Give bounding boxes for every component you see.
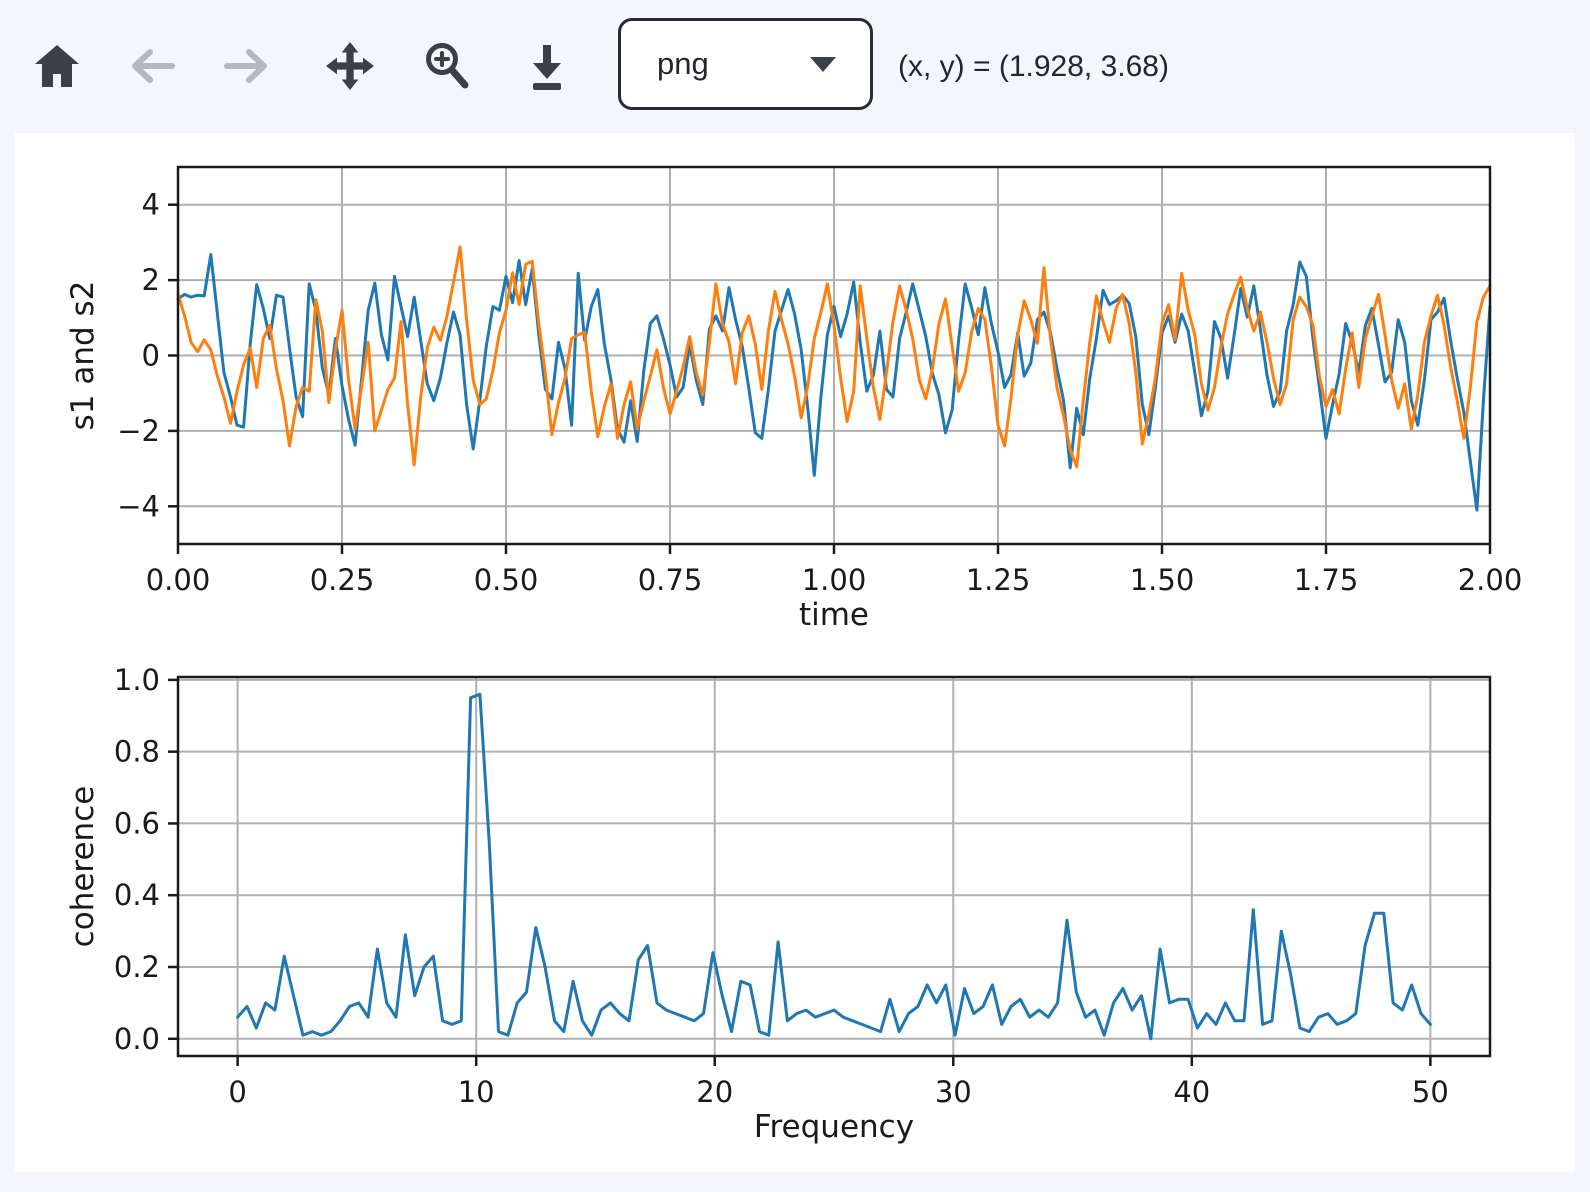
forward-button[interactable] — [219, 38, 275, 94]
y-tick-label: 0.8 — [114, 735, 160, 769]
arrow-left-icon — [128, 45, 176, 87]
x-tick-label: 1.00 — [802, 563, 867, 597]
y-axis-label: s1 and s2 — [65, 281, 101, 431]
x-tick-label: 1.25 — [966, 563, 1031, 597]
y-tick-label: 0.6 — [114, 806, 160, 840]
home-icon — [33, 43, 81, 89]
y-tick-label: −4 — [117, 489, 160, 523]
x-tick-label: 30 — [935, 1075, 972, 1109]
y-tick-label: 0.0 — [114, 1022, 160, 1056]
x-tick-label: 1.50 — [1130, 563, 1195, 597]
back-button[interactable] — [124, 38, 180, 94]
x-tick-label: 0.50 — [474, 563, 539, 597]
x-tick-label: 40 — [1173, 1075, 1210, 1109]
x-tick-label: 0.75 — [638, 563, 703, 597]
chevron-down-icon — [810, 57, 836, 72]
x-tick-label: 0.00 — [146, 563, 211, 597]
x-tick-label: 0.25 — [310, 563, 375, 597]
x-tick-label: 10 — [458, 1075, 495, 1109]
y-tick-label: 0 — [142, 339, 160, 373]
format-select-value: png — [657, 46, 709, 82]
download-button[interactable] — [519, 38, 575, 94]
home-button[interactable] — [29, 38, 85, 94]
zoom-magnifier-icon — [422, 40, 472, 92]
cursor-coordinates-readout: (x, y) = (1.928, 3.68) — [898, 50, 1169, 84]
axes-1: 0 10 20 30 40 50 1.0 0.8 0.6 0.4 0.2 0.0 Frequency co… — [65, 663, 1490, 1145]
coherence-line — [238, 694, 1431, 1039]
x-tick-label: 1.75 — [1294, 563, 1359, 597]
pan-arrows-icon — [325, 41, 375, 91]
matplotlib-toolbar: png (x, y) = (1.928, 3.68) — [0, 0, 1590, 133]
axes-spines — [178, 677, 1490, 1056]
x-axis-label: time — [799, 597, 869, 633]
figure-canvas[interactable]: 0.000.250.500.751.001.251.501.752.00420−… — [15, 133, 1575, 1172]
x-tick-label: 20 — [696, 1075, 733, 1109]
x-tick-label: 2.00 — [1458, 563, 1523, 597]
arrow-right-icon — [223, 45, 271, 87]
y-tick-label: 1.0 — [114, 663, 160, 697]
y-tick-label: 2 — [142, 263, 160, 297]
format-select[interactable]: png — [618, 18, 873, 110]
x-tick-label: 0 — [228, 1075, 246, 1109]
pan-button[interactable] — [322, 38, 378, 94]
y-tick-label: 0.2 — [114, 950, 160, 984]
zoom-button[interactable] — [419, 38, 475, 94]
x-axis-label: Frequency — [754, 1109, 914, 1145]
x-tick-label: 50 — [1412, 1075, 1449, 1109]
y-tick-label: 4 — [142, 188, 160, 222]
y-axis-label: coherence — [65, 786, 101, 948]
y-tick-label: 0.4 — [114, 878, 160, 912]
figure-container: 0.000.250.500.751.001.251.501.752.00420−… — [15, 133, 1575, 1172]
download-icon — [523, 41, 571, 91]
axes-0: 0.00 0.25 0.50 0.75 1.00 1.25 1.50 1.75 2.00 4 2 0 −… — [65, 167, 1522, 633]
y-tick-label: −2 — [117, 414, 160, 448]
